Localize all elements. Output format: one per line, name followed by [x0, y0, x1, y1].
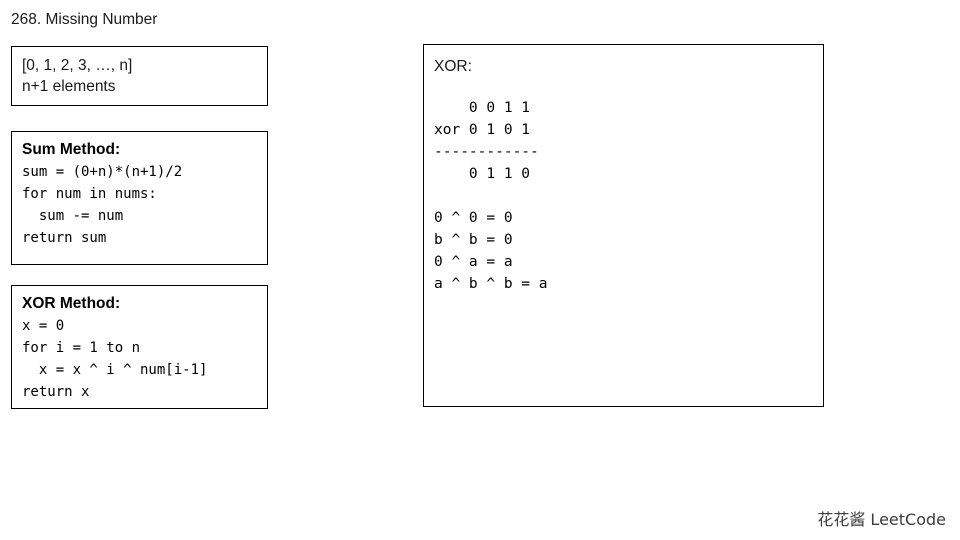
sum-code-line-2: for num in nums: — [22, 186, 157, 202]
xor-code-line-3: x = x ^ i ^ num[i-1] — [22, 362, 208, 378]
xor-explanation-panel: XOR: 0 0 1 1 xor 0 1 0 1 ------------ 0 … — [423, 44, 824, 407]
xor-truth-separator: ------------ — [434, 144, 539, 160]
xor-code-line-4: return x — [22, 384, 90, 400]
xor-identity-line-3: 0 ^ a = a — [434, 254, 513, 270]
xor-panel-heading: XOR: — [434, 58, 472, 75]
watermark: 花花酱 LeetCode — [817, 510, 946, 529]
xor-code-line-1: x = 0 — [22, 318, 65, 334]
xor-panel-spacer — [434, 185, 809, 207]
xor-truth-row-operand-b: xor 0 1 0 1 — [434, 122, 531, 138]
sum-code-line-1: sum = (0+n)*(n+1)/2 — [22, 164, 183, 180]
sum-method-box: Sum Method: sum = (0+n)*(n+1)/2 for num … — [11, 131, 268, 265]
sum-method-heading: Sum Method: — [22, 141, 121, 158]
xor-identity-line-4: a ^ b ^ b = a — [434, 276, 548, 292]
xor-truth-row-operand-a: 0 0 1 1 — [434, 100, 531, 116]
xor-method-box: XOR Method: x = 0 for i = 1 to n x = x ^… — [11, 285, 268, 409]
xor-method-heading: XOR Method: — [22, 295, 121, 312]
slide-canvas: 268. Missing Number [0, 1, 2, 3, …, n] n… — [0, 0, 960, 540]
xor-code-line-2: for i = 1 to n — [22, 340, 141, 356]
array-range-line: [0, 1, 2, 3, …, n] — [22, 57, 133, 74]
xor-identity-line-2: b ^ b = 0 — [434, 232, 513, 248]
xor-identity-line-1: 0 ^ 0 = 0 — [434, 210, 513, 226]
sum-code-line-3: sum -= num — [22, 208, 124, 224]
array-count-line: n+1 elements — [22, 78, 116, 95]
xor-truth-row-result: 0 1 1 0 — [434, 166, 531, 182]
sum-code-line-4: return sum — [22, 230, 107, 246]
page-title: 268. Missing Number — [11, 11, 158, 28]
array-definition-box: [0, 1, 2, 3, …, n] n+1 elements — [11, 46, 268, 106]
